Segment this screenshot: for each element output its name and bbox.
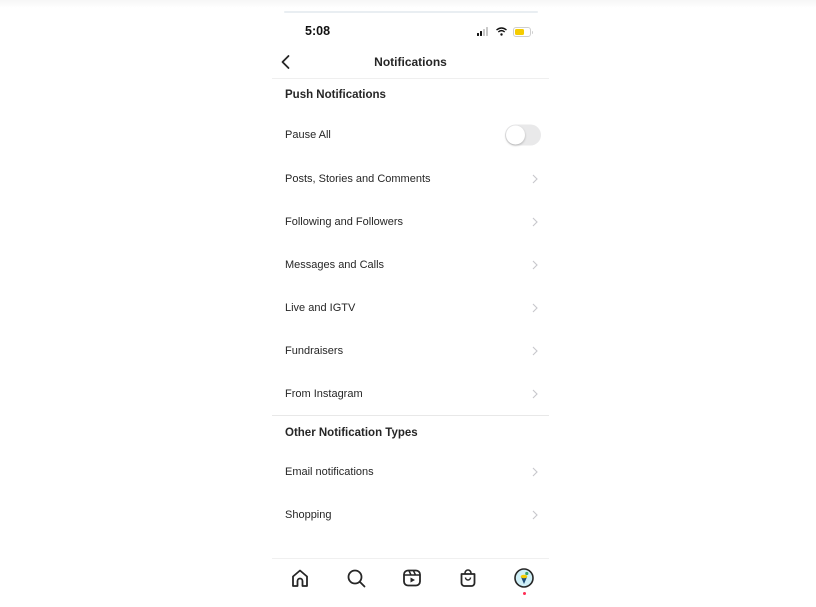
chevron-right-icon bbox=[532, 303, 538, 312]
row-label: Pause All bbox=[285, 128, 331, 141]
home-icon bbox=[292, 569, 308, 587]
cellular-signal-icon bbox=[477, 27, 491, 36]
wifi-icon bbox=[496, 27, 507, 36]
shopping-bag-icon bbox=[460, 569, 476, 587]
row-messages-calls[interactable]: Messages and Calls bbox=[272, 243, 549, 286]
battery-level bbox=[515, 29, 524, 35]
chevron-right-icon bbox=[532, 217, 538, 226]
notification-dot bbox=[522, 592, 526, 595]
tab-bar bbox=[272, 558, 549, 607]
row-following-followers[interactable]: Following and Followers bbox=[272, 200, 549, 243]
section-heading-other: Other Notification Types bbox=[285, 427, 418, 439]
row-label: Shopping bbox=[285, 508, 332, 521]
chevron-right-icon bbox=[532, 260, 538, 269]
tab-home[interactable] bbox=[289, 567, 311, 589]
avatar-icon bbox=[514, 568, 534, 588]
chevron-right-icon bbox=[532, 510, 538, 519]
row-from-instagram[interactable]: From Instagram bbox=[272, 372, 549, 415]
nav-bar: Notifications bbox=[272, 48, 549, 79]
row-label: Posts, Stories and Comments bbox=[285, 172, 431, 185]
row-label: Fundraisers bbox=[285, 344, 344, 357]
row-shopping[interactable]: Shopping bbox=[272, 493, 549, 536]
section-divider bbox=[272, 415, 549, 416]
chevron-right-icon bbox=[532, 467, 538, 476]
tab-search[interactable] bbox=[345, 567, 367, 589]
status-time: 5:08 bbox=[305, 24, 331, 38]
row-fundraisers[interactable]: Fundraisers bbox=[272, 329, 549, 372]
status-bar: 5:08 bbox=[272, 24, 549, 40]
section-heading-push: Push Notifications bbox=[285, 89, 386, 101]
chevron-right-icon bbox=[532, 389, 538, 398]
battery-icon bbox=[513, 27, 533, 37]
page-title: Notifications bbox=[374, 55, 447, 69]
tab-shop[interactable] bbox=[457, 567, 479, 589]
row-pause-all: Pause All bbox=[272, 113, 549, 156]
row-label: From Instagram bbox=[285, 387, 363, 400]
phone-screen: 5:08 Notifications Push Notifications Pa… bbox=[272, 0, 549, 606]
tab-profile[interactable] bbox=[513, 567, 535, 595]
chevron-right-icon bbox=[532, 346, 538, 355]
row-label: Following and Followers bbox=[285, 215, 403, 228]
reels-icon bbox=[403, 569, 421, 587]
row-label: Messages and Calls bbox=[285, 258, 385, 271]
row-label: Email notifications bbox=[285, 465, 374, 478]
search-icon bbox=[347, 569, 366, 588]
pause-all-toggle[interactable] bbox=[505, 124, 541, 145]
row-live-igtv[interactable]: Live and IGTV bbox=[272, 286, 549, 329]
chevron-right-icon bbox=[532, 174, 538, 183]
row-label: Live and IGTV bbox=[285, 301, 356, 314]
top-bezel-line bbox=[284, 11, 538, 13]
row-email-notifications[interactable]: Email notifications bbox=[272, 450, 549, 493]
tab-reels[interactable] bbox=[401, 567, 423, 589]
row-posts-stories-comments[interactable]: Posts, Stories and Comments bbox=[272, 157, 549, 200]
